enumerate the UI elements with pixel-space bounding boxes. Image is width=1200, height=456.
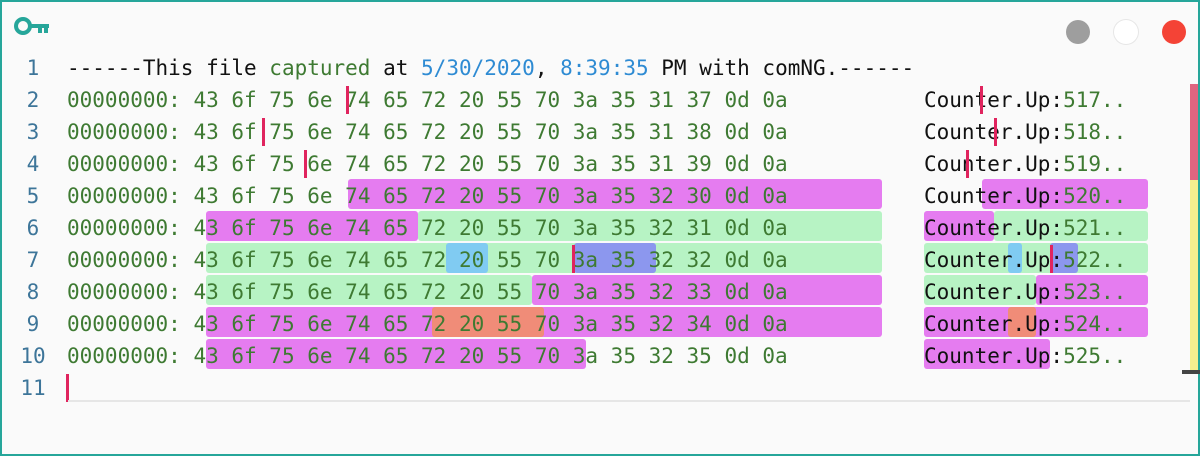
scrollbar-marker-selection (1190, 180, 1198, 372)
line-number: 5 (26, 184, 40, 208)
ascii-column[interactable]: Counter.Up:519.. (924, 148, 1126, 180)
ascii-column[interactable]: Counter.Up:522.. (924, 244, 1126, 276)
ascii-column[interactable]: Counter.Up:525.. (924, 340, 1126, 372)
hex-row[interactable]: 00000000: 43 6f 75 6e 74 65 72 20 55 70 … (67, 244, 788, 276)
line-number: 10 (20, 344, 46, 368)
hex-row[interactable]: 00000000: 43 6f 75 6e 74 65 72 20 55 70 … (67, 116, 788, 148)
hex-row[interactable]: 00000000: 43 6f 75 6e 74 65 72 20 55 70 … (67, 84, 788, 116)
hex-row[interactable]: 00000000: 43 6f 75 6e 74 65 72 20 55 70 … (67, 276, 788, 308)
line-number: 6 (26, 216, 40, 240)
line-number: 11 (20, 376, 46, 400)
line-number: 7 (26, 248, 40, 272)
hex-row[interactable]: 00000000: 43 6f 75 6e 74 65 72 20 55 70 … (67, 308, 788, 340)
scrollbar-thumb[interactable] (1182, 370, 1200, 374)
minimize-button[interactable] (1066, 20, 1090, 44)
scrollbar-marker-cursors (1190, 84, 1198, 180)
line-number: 3 (26, 120, 40, 144)
line-number: 9 (26, 312, 40, 336)
ascii-column[interactable]: Counter.Up:521.. (924, 212, 1126, 244)
current-line-indicator (68, 400, 1190, 402)
hex-row[interactable]: 00000000: 43 6f 75 6e 74 65 72 20 55 70 … (67, 148, 788, 180)
editor-window: 1 2 3 4 5 6 7 8 9 10 11 ------This file … (0, 0, 1200, 456)
line-number: 4 (26, 152, 40, 176)
close-button[interactable] (1162, 20, 1186, 44)
ascii-column[interactable]: Counter.Up:524.. (924, 308, 1126, 340)
hex-row[interactable]: 00000000: 43 6f 75 6e 74 65 72 20 55 70 … (67, 180, 788, 212)
line-number: 2 (26, 88, 40, 112)
line-number: 1 (26, 56, 40, 80)
ascii-column[interactable]: Counter.Up:523.. (924, 276, 1126, 308)
hex-row[interactable]: 00000000: 43 6f 75 6e 74 65 72 20 55 70 … (67, 212, 788, 244)
hex-row[interactable]: 00000000: 43 6f 75 6e 74 65 72 20 55 70 … (67, 340, 788, 372)
ascii-column[interactable]: Counter.Up:518.. (924, 116, 1126, 148)
ascii-column[interactable]: Counter.Up:517.. (924, 84, 1126, 116)
line-number: 8 (26, 280, 40, 304)
ascii-column[interactable]: Counter.Up:520.. (924, 180, 1126, 212)
key-icon (14, 17, 49, 35)
file-header-line[interactable]: ------This file captured at 5/30/2020, 8… (67, 52, 914, 84)
maximize-button[interactable] (1114, 20, 1138, 44)
